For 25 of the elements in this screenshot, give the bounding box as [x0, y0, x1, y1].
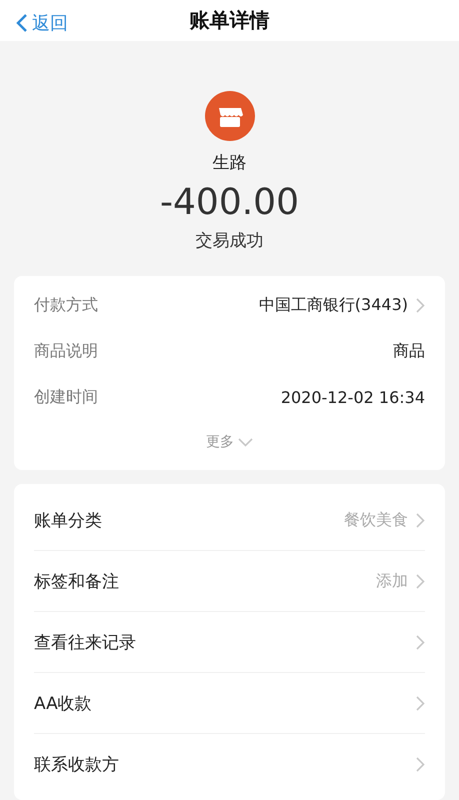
chevron-icon — [416, 298, 425, 312]
action-row[interactable]: 查看往来记录 — [34, 612, 425, 673]
chevron-icon — [416, 512, 425, 528]
action-row[interactable]: 标签和备注 添加 — [34, 551, 425, 612]
amount: -400.00 — [160, 182, 299, 223]
page-title: 账单详情 — [190, 7, 270, 34]
chevron-icon — [416, 634, 425, 650]
action-row[interactable]: AA收款 — [34, 673, 425, 734]
detail-label: 付款方式 — [34, 294, 98, 316]
chevron-icon — [416, 756, 425, 772]
detail-value: 商品 — [393, 340, 425, 362]
back-icon — [16, 13, 28, 33]
chevron-icon — [416, 574, 425, 588]
shop-icon — [204, 91, 254, 141]
action-row[interactable]: 联系收款方 — [34, 734, 425, 794]
chevron-down-icon — [238, 438, 253, 446]
detail-value: 2020-12-02 16:34 — [280, 388, 425, 406]
back-link[interactable]: 返回 — [16, 11, 68, 35]
detail-value: 中国工商银行(3443) — [258, 294, 408, 316]
detail-label: 创建时间 — [34, 386, 98, 408]
action-row[interactable]: 账单分类 餐饮美食 — [34, 490, 425, 551]
detail-label: 商品说明 — [34, 340, 98, 362]
transaction-status: 交易成功 — [196, 230, 264, 252]
merchant-name: 生路 — [212, 152, 246, 174]
chevron-icon — [416, 696, 425, 710]
